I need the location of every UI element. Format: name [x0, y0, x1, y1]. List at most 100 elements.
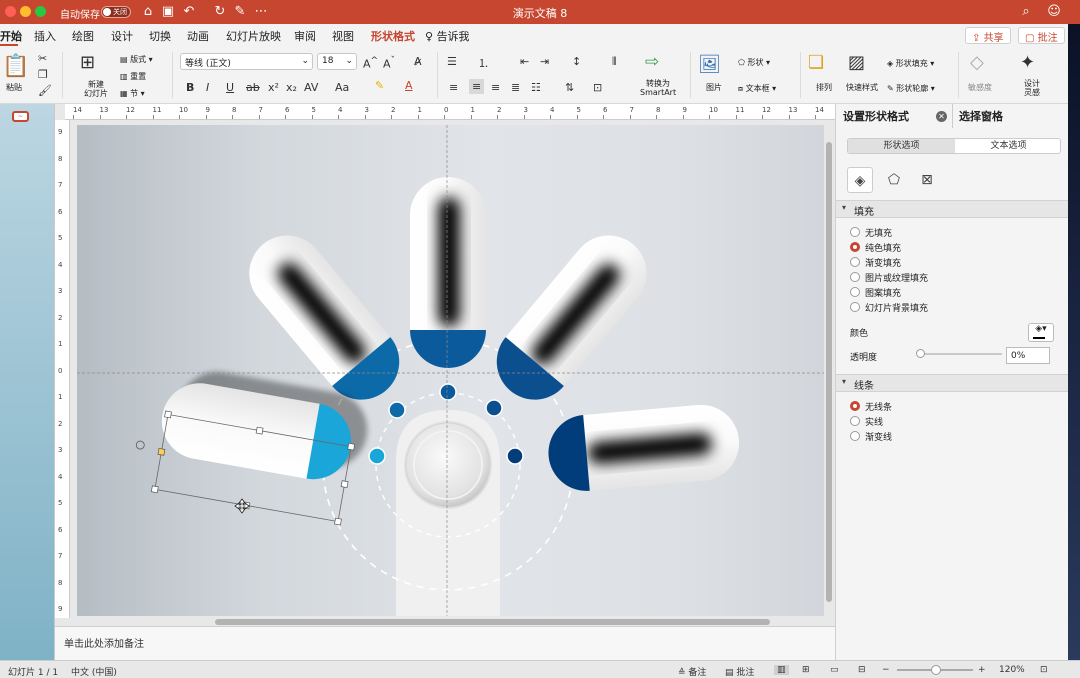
increase-font-icon[interactable]: A^ [363, 55, 378, 71]
reading-view-icon[interactable]: ▭ [830, 665, 839, 675]
subscript-icon[interactable]: x² [268, 81, 279, 94]
slide-thumbnail[interactable]: ~ [12, 111, 29, 122]
tell-me-search[interactable]: ♀ 告诉我 [425, 28, 470, 44]
paste-icon[interactable]: 📋 [2, 54, 29, 79]
line-section-header[interactable]: ▾ 线条 [836, 374, 1069, 392]
shape-outline-button[interactable]: ✎ 形状轮廓 ▾ [887, 83, 935, 94]
section-button[interactable]: ▦ 节 ▾ [120, 88, 145, 99]
tab-home[interactable]: 开始 [0, 28, 22, 44]
fill-color-button[interactable]: ◈▾ [1028, 323, 1054, 342]
search-icon[interactable]: ⌕ [1018, 4, 1034, 20]
size-properties-icon[interactable]: ⊠ [914, 167, 940, 193]
increase-indent-icon[interactable]: ⇥ [540, 55, 549, 68]
align-left-icon[interactable]: ≡ [449, 81, 458, 94]
tab-draw[interactable]: 绘图 [72, 28, 94, 44]
line-option-label[interactable]: 实线 [865, 415, 883, 428]
comments-button[interactable]: ▢ 批注 [1018, 27, 1065, 44]
transparency-slider-track[interactable] [918, 353, 1002, 355]
align-center-icon[interactable]: ≡ [469, 79, 485, 94]
format-painter-icon[interactable]: 🖌 [38, 84, 52, 97]
fill-line-icon[interactable]: ◈ [847, 167, 873, 193]
italic-icon[interactable]: I [206, 81, 209, 94]
tab-insert[interactable]: 插入 [34, 28, 56, 44]
align-right-icon[interactable]: ≡ [491, 81, 500, 94]
comments-toggle[interactable]: ▤ 批注 [725, 665, 754, 678]
tab-shape-format[interactable]: 形状格式 [371, 28, 415, 44]
line-radio-2[interactable] [850, 431, 860, 441]
fill-radio-4[interactable] [850, 287, 860, 297]
shape-options-tab[interactable]: 形状选项 [848, 139, 955, 153]
transparency-input[interactable]: 0% [1006, 347, 1050, 364]
thumbnail-pane[interactable]: ~ [0, 104, 55, 660]
tab-view[interactable]: 视图 [332, 28, 354, 44]
decrease-indent-icon[interactable]: ⇤ [520, 55, 529, 68]
notes-placeholder[interactable]: 单击此处添加备注 [64, 635, 144, 650]
close-icon[interactable]: ✕ [936, 111, 947, 122]
notes-toggle[interactable]: ≙ 备注 [678, 665, 706, 678]
account-icon[interactable]: ☺ [1046, 4, 1062, 20]
zoom-in-icon[interactable]: + [978, 665, 986, 675]
slide-sorter-icon[interactable]: ⊞ [802, 665, 810, 675]
horizontal-scrollbar[interactable] [215, 619, 770, 625]
new-slide-icon[interactable]: ⊞ [80, 52, 95, 73]
cut-icon[interactable]: ✂ [38, 52, 47, 65]
slide-canvas[interactable] [77, 125, 824, 616]
bullets-icon[interactable]: ☰ [447, 55, 457, 68]
vertical-scrollbar[interactable] [826, 142, 832, 602]
font-size-select[interactable]: 18 ⌄ [317, 53, 357, 70]
change-case-icon[interactable]: Aa [335, 81, 349, 94]
fit-slide-icon[interactable]: ⊡ [1040, 665, 1048, 675]
notes-pane[interactable]: 单击此处添加备注 [55, 626, 835, 660]
font-family-select[interactable]: 等线 (正文) ⌄ [180, 53, 313, 70]
transparency-slider[interactable] [916, 349, 925, 358]
tab-transitions[interactable]: 切换 [149, 28, 171, 44]
sensitivity-icon[interactable]: ◇ [970, 52, 984, 73]
tab-review[interactable]: 审阅 [294, 28, 316, 44]
text-direction-icon[interactable]: ⇅ [565, 81, 574, 94]
tab-animations[interactable]: 动画 [187, 28, 209, 44]
line-spacing-icon[interactable]: ↕ [572, 55, 581, 68]
share-button[interactable]: ⇪ 共享 [965, 27, 1011, 44]
picture-icon[interactable]: 🖼 [698, 54, 721, 75]
fill-radio-5[interactable] [850, 302, 860, 312]
copy-icon[interactable]: ❐ [38, 68, 48, 81]
highlight-icon[interactable]: ✎ [375, 79, 384, 92]
strikethrough-icon[interactable]: ab [246, 81, 260, 94]
fill-option-label[interactable]: 纯色填充 [865, 241, 901, 254]
justify-icon[interactable]: ≣ [511, 81, 520, 94]
line-radio-0[interactable] [850, 401, 860, 411]
line-option-label[interactable]: 渐变线 [865, 430, 892, 443]
slide-graphic[interactable] [77, 125, 824, 616]
fill-radio-3[interactable] [850, 272, 860, 282]
zoom-out-icon[interactable]: − [882, 665, 890, 675]
designer-icon[interactable]: ✦ [1020, 52, 1035, 73]
underline-icon[interactable]: U [226, 81, 234, 94]
fill-radio-1[interactable] [850, 242, 860, 252]
numbering-icon[interactable]: ⒈ [478, 55, 489, 71]
layout-button[interactable]: ▤ 版式 ▾ [120, 54, 153, 65]
fill-radio-0[interactable] [850, 227, 860, 237]
tab-slideshow[interactable]: 幻灯片放映 [226, 28, 281, 44]
tab-design[interactable]: 设计 [111, 28, 133, 44]
line-radio-1[interactable] [850, 416, 860, 426]
fill-option-label[interactable]: 渐变填充 [865, 256, 901, 269]
fill-section-header[interactable]: ▾ 填充 [836, 200, 1069, 218]
fill-option-label[interactable]: 无填充 [865, 226, 892, 239]
slideshow-icon[interactable]: ⊟ [858, 665, 866, 675]
line-option-label[interactable]: 无线条 [865, 400, 892, 413]
columns-icon[interactable]: ⫴ [612, 55, 617, 69]
bold-icon[interactable]: B [186, 81, 194, 94]
zoom-level[interactable]: 120% [999, 665, 1025, 675]
char-spacing-icon[interactable]: AV [304, 81, 318, 94]
fill-option-label[interactable]: 图案填充 [865, 286, 901, 299]
shape-fill-button[interactable]: ◈ 形状填充 ▾ [887, 58, 934, 69]
fill-option-label[interactable]: 图片或纹理填充 [865, 271, 928, 284]
selection-pane-tab[interactable]: 选择窗格 [959, 108, 1003, 124]
textbox-button[interactable]: ⧈ 文本框 ▾ [738, 83, 776, 94]
distributed-icon[interactable]: ☷ [531, 81, 541, 94]
fill-option-label[interactable]: 幻灯片背景填充 [865, 301, 928, 314]
clear-format-icon[interactable]: A̷ [414, 55, 422, 68]
normal-view-icon[interactable]: ▥ [774, 665, 789, 675]
zoom-slider[interactable] [931, 665, 941, 675]
fill-radio-2[interactable] [850, 257, 860, 267]
